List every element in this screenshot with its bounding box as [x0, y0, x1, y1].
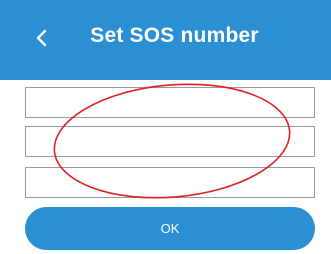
app-header: Set SOS number [0, 0, 331, 80]
sos-number-field-1[interactable] [25, 87, 315, 118]
sos-number-field-2[interactable] [25, 126, 315, 157]
page-title: Set SOS number [90, 24, 259, 47]
ok-button[interactable]: OK [25, 207, 315, 250]
sos-number-screen: Set SOS number OK [0, 0, 331, 254]
sos-number-field-3[interactable] [25, 167, 315, 198]
